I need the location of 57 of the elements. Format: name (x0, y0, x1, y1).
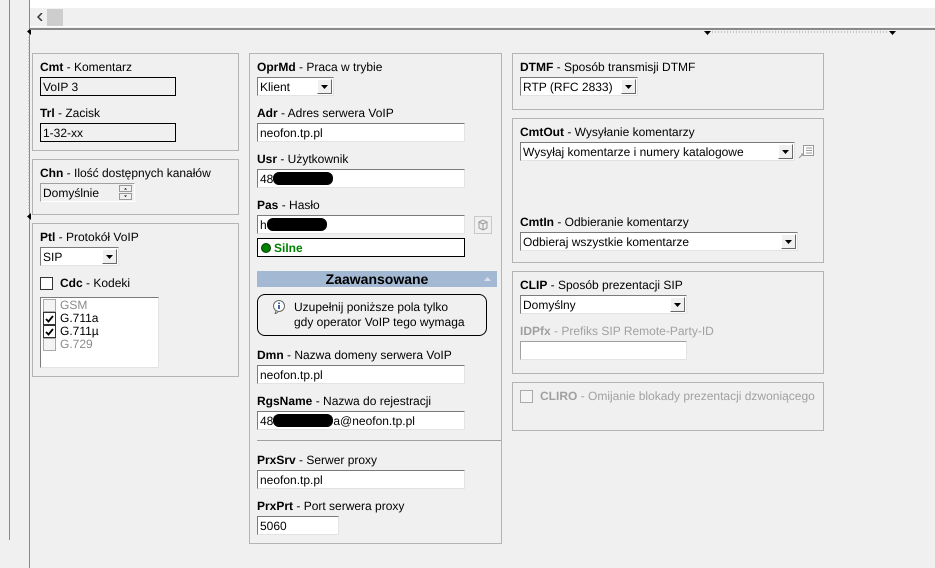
list-item-label: G.711a (60, 312, 98, 325)
field-label: PrxSrv - Serwer proxy (257, 453, 378, 468)
field-value: 48 (260, 172, 274, 186)
field-label: Trl - Zacisk (40, 106, 102, 121)
field-value: 5060 (260, 518, 287, 532)
text-field[interactable]: 48 a@neofon.tp.pl (257, 411, 465, 430)
field-label: Usr - Użytkownik (257, 152, 350, 167)
text-field[interactable]: 5060 (257, 516, 339, 535)
strength-text: Silne (274, 240, 303, 254)
field-value: 48 (260, 414, 274, 428)
field-value: a@neofon.tp.pl (333, 414, 415, 428)
checkbox-label: CLIRO - Omijanie blokady prezentacji dzwoniącego (540, 389, 815, 404)
caret-icon (321, 84, 328, 88)
field-label: CLIP - Sposób prezentacji SIP (520, 278, 684, 293)
field-label: Pas - Hasło (257, 198, 321, 213)
field-value: h (260, 218, 267, 232)
text-field[interactable]: 1-32-xx (40, 123, 176, 142)
list-item-label: GSM (60, 299, 88, 312)
caret-icon (625, 84, 632, 88)
generate-password-button[interactable] (474, 216, 492, 234)
text-field[interactable]: neofon.tp.pl (257, 470, 465, 489)
section-header[interactable]: Zaawansowane (257, 271, 497, 287)
field-value: neofon.tp.pl (260, 126, 323, 140)
password-field[interactable]: h (257, 215, 465, 234)
dropdown[interactable]: RTP (RFC 2833) (520, 77, 638, 96)
field-label: Adr - Adres serwera VoIP (257, 106, 395, 121)
splitter-handle[interactable] (26, 28, 32, 220)
field-value: VoIP 3 (43, 80, 78, 94)
splitter-handle[interactable] (704, 30, 896, 37)
field-label: IDPfx - Prefiks SIP Remote-Party-ID (520, 324, 715, 339)
field-label: DTMF - Sposób transmisji DTMF (520, 60, 696, 75)
list-item-label: G.711µ (60, 325, 99, 338)
dropdown[interactable]: Klient (257, 77, 334, 96)
text-field[interactable]: neofon.tp.pl (257, 123, 465, 142)
field-label: PrxPrt - Port serwera proxy (257, 499, 406, 514)
list-item-label: G.729 (60, 338, 93, 351)
field-value: neofon.tp.pl (260, 368, 323, 382)
field-label: CmtIn - Odbieranie komentarzy (520, 215, 690, 230)
status-dot-icon (261, 242, 271, 252)
field-label: Ptl - Protokół VoIP (40, 230, 140, 245)
field-label: Dmn - Nazwa domeny serwera VoIP (257, 348, 453, 363)
field-value: neofon.tp.pl (260, 472, 323, 486)
text-field[interactable]: neofon.tp.pl (257, 365, 465, 384)
scrollbar-thumb[interactable] (47, 8, 63, 26)
field-label: Cmt - Komentarz (40, 60, 134, 75)
text-field[interactable]: 48 (257, 169, 465, 188)
field-label: RgsName - Nazwa do rejestracji (257, 394, 432, 409)
dice-icon (478, 218, 488, 230)
field-label: CmtOut - Wysyłanie komentarzy (520, 125, 696, 140)
field-value: 1-32-xx (43, 126, 84, 140)
checkbox-label: Cdc - Kodeki (60, 276, 130, 291)
text-field[interactable]: VoIP 3 (40, 77, 176, 96)
field-label: Chn - Ilość dostępnych kanałów (40, 166, 212, 181)
field-label: OprMd - Praca w trybie (257, 60, 384, 75)
note-text: Uzupełnij poniższe pola tylko gdy operator VoIP tego wymaga (294, 300, 466, 330)
chevron-left-icon (36, 13, 42, 21)
info-icon (272, 300, 286, 314)
